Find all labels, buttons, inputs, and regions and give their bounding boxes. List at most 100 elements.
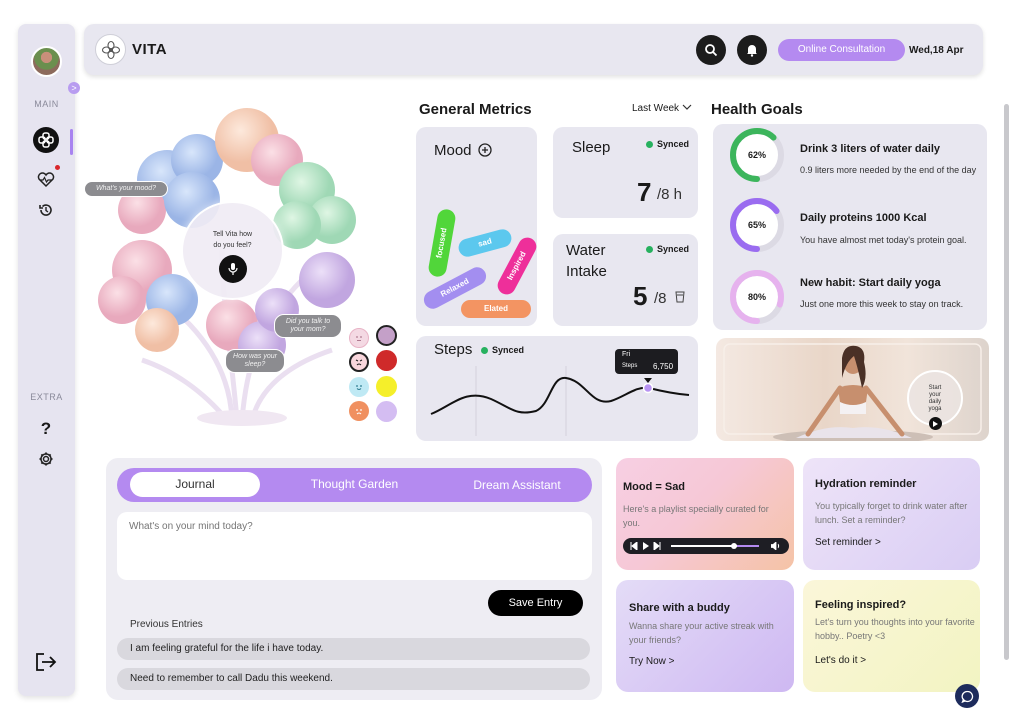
tooltip-value: 6,750 [653,362,674,371]
start-yoga-button[interactable]: Start your daily yoga [907,370,963,430]
steps-tooltip: Fri Steps 6,750 [615,349,678,374]
steps-card[interactable]: Steps Synced Fri Steps 6,750 [416,336,698,441]
volume-icon[interactable] [771,542,781,550]
emoji-angry-icon[interactable] [349,352,369,372]
sidebar-extra-label: EXTRA [30,392,63,402]
mood-playlist-card[interactable]: Mood = Sad Here's a playlist specially c… [616,458,794,570]
color-swatch-yellow[interactable] [376,376,397,397]
buddy-title: Share with a buddy [629,602,730,614]
avatar[interactable] [31,46,62,77]
goal-2-desc: You have almost met today's protein goal… [800,235,967,245]
inspired-title: Feeling inspired? [815,599,907,611]
heart-rate-icon[interactable] [33,167,59,193]
water-title-line2: Intake [566,263,607,280]
tab-dream-assistant[interactable]: Dream Assistant [452,473,582,498]
sidebar: > MAIN EXTRA ? [18,24,80,696]
microphone-icon[interactable] [219,255,247,283]
previous-entries-title: Previous Entries [130,619,203,630]
journal-entry[interactable]: I am feeling grateful for the life i hav… [117,638,590,660]
header: VITA Online Consultation Wed,18 Apr [84,24,983,75]
buddy-desc: Wanna share your active streak with your… [629,621,774,645]
playback-remaining [737,545,759,547]
set-reminder-link[interactable]: Set reminder > [815,537,881,548]
emoji-neutral-icon[interactable] [349,328,369,348]
tab-journal[interactable]: Journal [130,472,260,497]
play-icon[interactable] [643,542,649,550]
talk-to-vita[interactable]: Tell Vita how do you feel? [181,201,284,300]
mood-tag-focused[interactable]: focused [427,207,457,279]
yoga-video-card[interactable]: Start your daily yoga [716,338,989,441]
color-swatch-red[interactable] [376,350,397,371]
history-icon[interactable] [33,197,59,223]
try-now-link[interactable]: Try Now > [629,656,674,667]
health-goals-title: Health Goals [711,101,803,118]
water-title-line1: Water [566,242,606,259]
mood-card: Mood focused sad Inspired Relaxed Elated [416,127,540,326]
goal-2-title[interactable]: Daily proteins 1000 Kcal [800,212,927,224]
sleep-title: Sleep [572,139,611,156]
bubble-mom[interactable]: Did you talk to your mom? [274,314,342,338]
glass-icon [675,291,685,303]
sidebar-expand-icon[interactable]: > [68,82,80,94]
chevron-down-icon [682,104,692,110]
journal-tabs: Journal Thought Garden Dream Assistant [117,468,592,502]
goal-2-percent: 65% [747,220,766,230]
water-unit: /8 [654,290,667,307]
search-icon[interactable] [696,35,726,65]
goal-1-desc: 0.9 liters more needed by the end of the… [800,165,977,175]
journal-entry[interactable]: Need to remember to call Dadu this weeke… [117,668,590,690]
page-scrollbar[interactable] [1004,104,1009,660]
sleep-unit: /8 h [657,186,683,203]
header-date: Wed,18 Apr [909,45,964,56]
yoga-label: Start your daily yoga [928,385,942,412]
hydration-card[interactable]: Hydration reminder You typically forget … [803,458,980,570]
share-buddy-card[interactable]: Share with a buddy Wanna share your acti… [616,580,794,692]
color-swatch-lavender[interactable] [376,401,397,422]
color-swatch-mauve[interactable] [376,325,397,346]
active-indicator [70,129,73,155]
previous-icon[interactable] [630,542,638,550]
add-mood-icon[interactable] [478,143,492,157]
dashboard-icon[interactable] [33,127,59,153]
goal-1-title[interactable]: Drink 3 liters of water daily [800,143,940,155]
mood-tag-sad[interactable]: sad [456,227,514,259]
feeling-inspired-card[interactable]: Feeling inspired? Let's turn you thought… [803,580,980,692]
next-icon[interactable] [653,542,661,550]
goal-3-desc: Just one more this week to stay on track… [800,299,964,309]
online-consultation-button[interactable]: Online Consultation [778,39,905,61]
mood-tag-elated[interactable]: Elated [461,300,531,318]
bell-icon[interactable] [737,35,767,65]
journal-panel: Journal Thought Garden Dream Assistant S… [106,458,602,700]
notification-dot [55,165,60,170]
tab-thought-garden[interactable]: Thought Garden [287,472,422,497]
health-goals-card: 62% 65% 80% Drink 3 liters of water dail… [713,124,987,330]
journal-input[interactable] [117,512,592,580]
water-card[interactable]: Water Intake Synced 5 /8 [553,234,698,326]
music-player [623,538,789,554]
sidebar-main-label: MAIN [34,99,59,109]
save-entry-button[interactable]: Save Entry [488,590,583,616]
water-value: 5 [633,281,648,311]
lets-do-it-link[interactable]: Let's do it > [815,655,866,666]
mood-title: Mood [434,142,472,159]
general-metrics-title: General Metrics [419,101,532,118]
help-icon[interactable]: ? [33,416,59,442]
emoji-happy-icon[interactable] [349,377,369,397]
period-label: Last Week [632,103,680,114]
goal-1-percent: 62% [747,150,766,160]
hydration-title: Hydration reminder [815,478,917,490]
bubble-mood[interactable]: What's your mood? [84,181,168,197]
period-dropdown[interactable]: Last Week [632,103,692,114]
settings-icon[interactable] [33,446,59,472]
sleep-card[interactable]: Sleep Synced 7 /8 h [553,127,698,218]
bubble-sleep[interactable]: How was your sleep? [225,349,285,373]
mood-card-title: Mood = Sad [623,481,686,493]
logout-icon[interactable] [33,649,59,675]
tooltip-day: Fri [622,351,631,358]
chat-icon[interactable] [955,684,979,708]
tooltip-label: Steps [622,363,638,369]
emoji-sad-icon[interactable] [349,401,369,421]
sleep-value: 7 [637,177,652,207]
talk-prompt: Tell Vita how do you feel? [212,231,253,249]
goal-3-title[interactable]: New habit: Start daily yoga [800,277,941,289]
